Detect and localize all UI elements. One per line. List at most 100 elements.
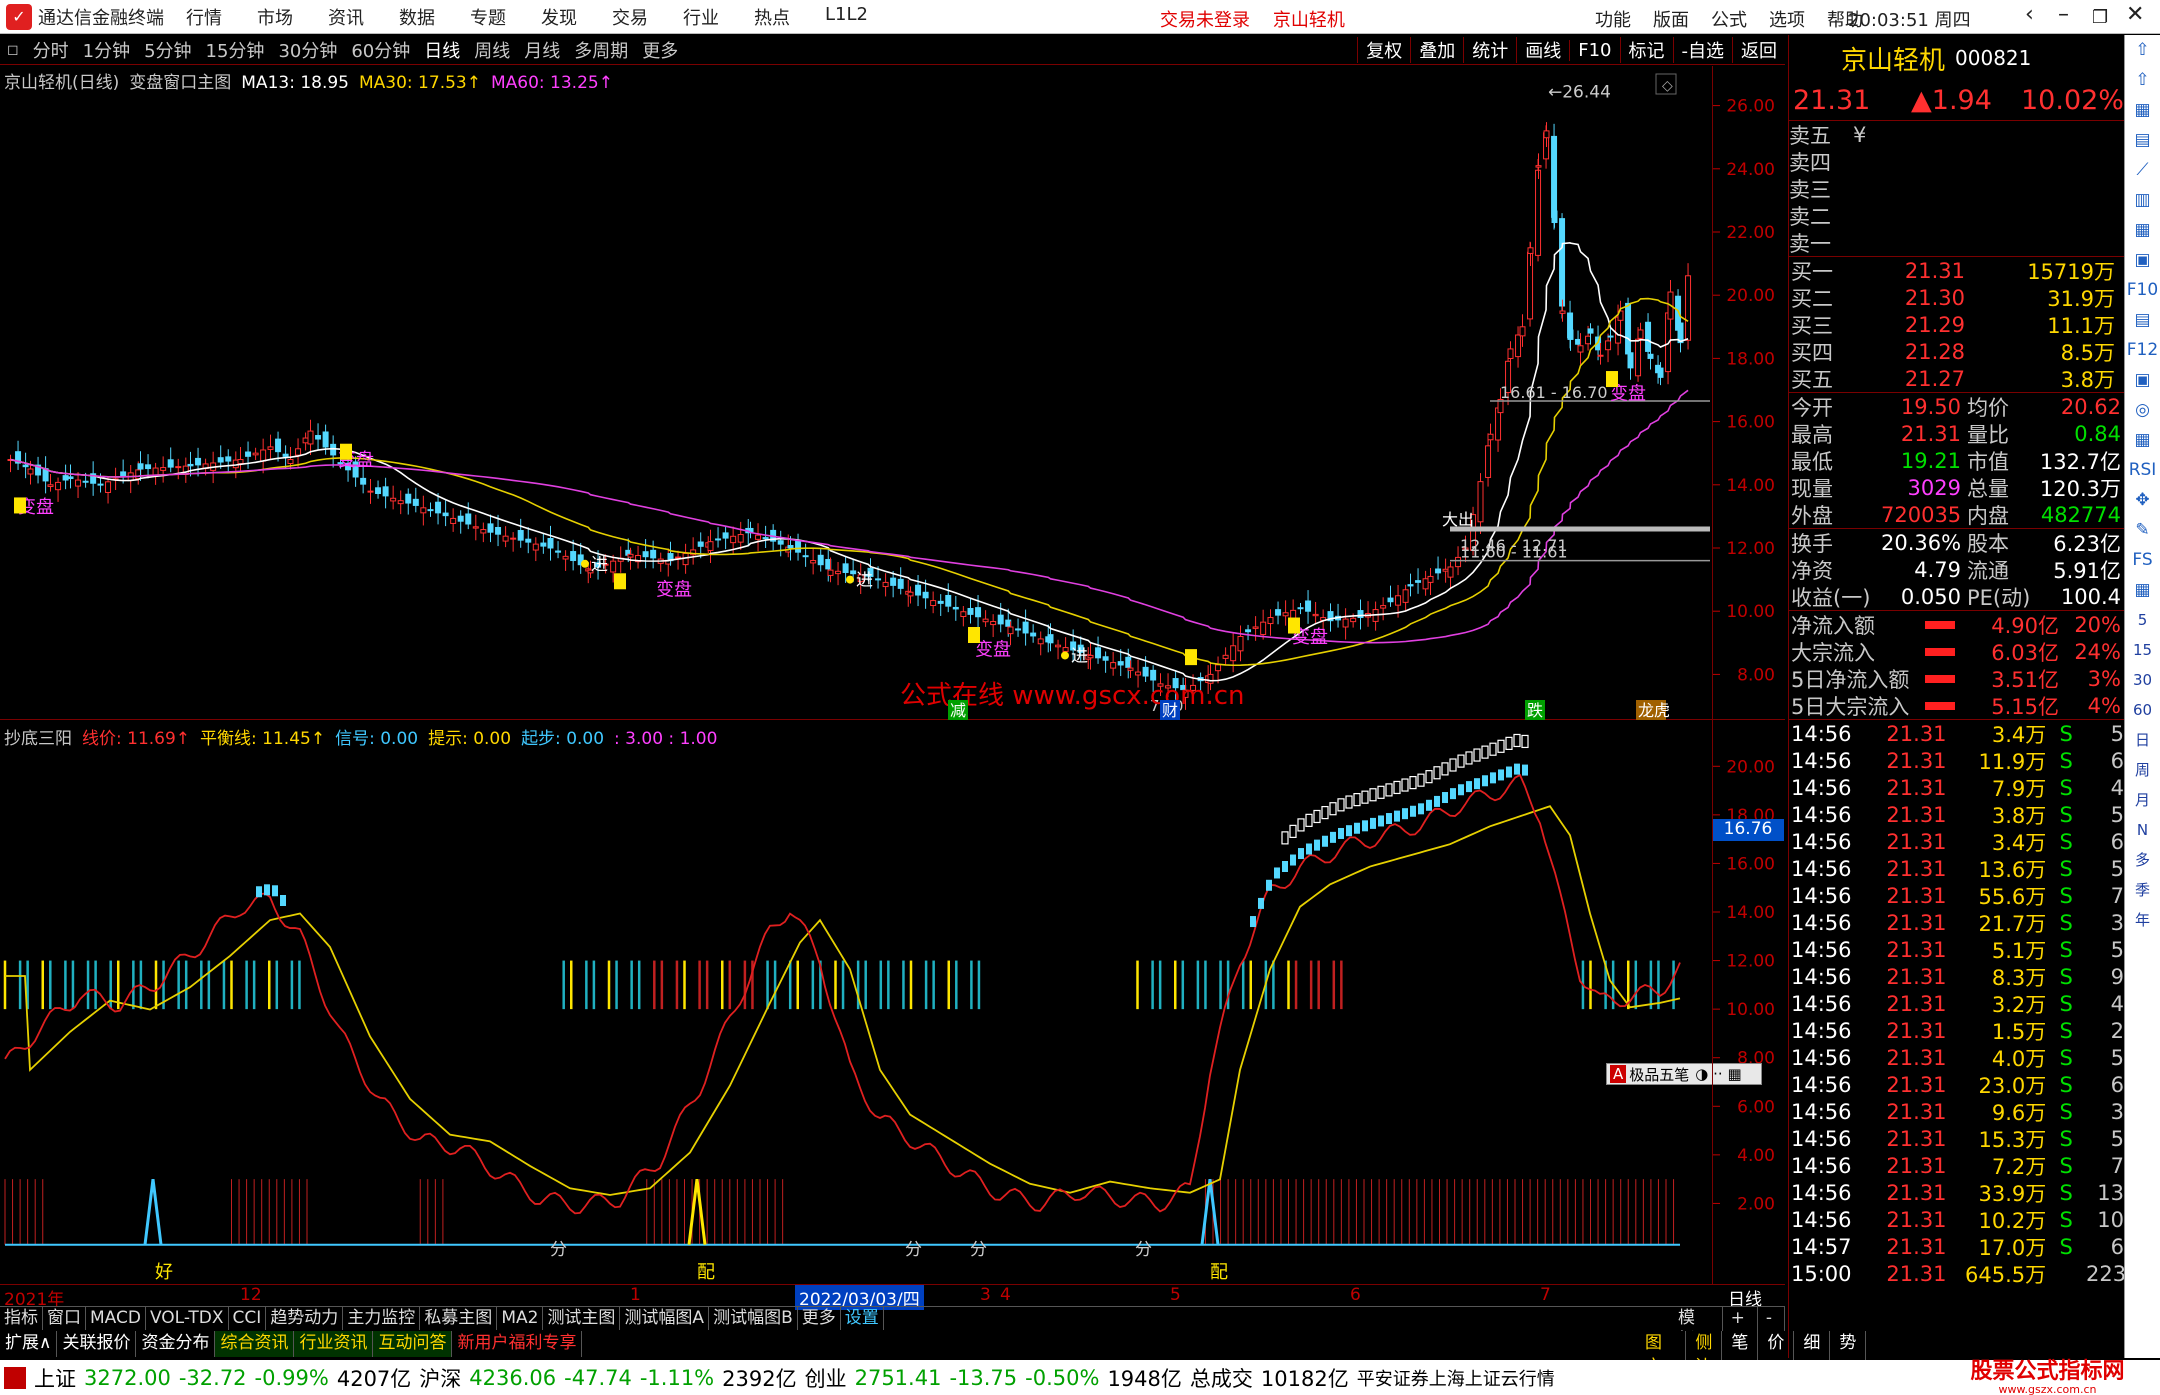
period-tab-7[interactable]: 周线: [467, 37, 517, 63]
candle-body: [1607, 335, 1614, 338]
side-tool-icon[interactable]: ⇧: [2125, 65, 2160, 95]
menu-item-7[interactable]: 行业: [683, 4, 719, 30]
side-tool-icon[interactable]: 月: [2125, 785, 2160, 815]
side-tool-icon[interactable]: 60: [2125, 695, 2160, 725]
right-menu-item-2[interactable]: 公式: [1711, 6, 1747, 32]
side-tool-icon[interactable]: ▣: [2125, 365, 2160, 395]
period-tab-1[interactable]: 1分钟: [76, 37, 137, 63]
diamond-icon[interactable]: ◇: [1662, 78, 1673, 94]
right-menu-item-1[interactable]: 版面: [1653, 6, 1689, 32]
side-tool-icon[interactable]: 季: [2125, 875, 2160, 905]
side-tool-icon[interactable]: F10: [2125, 275, 2160, 305]
right-menu-item-0[interactable]: 功能: [1595, 6, 1631, 32]
main-chart[interactable]: 京山轻机(日线) 变盘窗口主图 MA13: 18.95 MA30: 17.53↑ MA6…: [0, 66, 1785, 720]
indicator-tab-10[interactable]: 测试幅图A: [620, 1307, 710, 1330]
indicator-tab-12[interactable]: 更多: [798, 1307, 841, 1330]
info-tab-5[interactable]: 互动问答: [373, 1331, 453, 1357]
back-icon[interactable]: ‹: [2025, 2, 2034, 27]
period-tab-10[interactable]: 更多: [635, 37, 685, 63]
period-tab-8[interactable]: 月线: [517, 37, 567, 63]
tool-button-4[interactable]: F10: [1569, 39, 1619, 61]
menu-item-9[interactable]: L1L2: [825, 4, 868, 30]
side-tool-icon[interactable]: ⟋: [2125, 155, 2160, 185]
side-tool-icon[interactable]: 多: [2125, 845, 2160, 875]
indicator-tab-2[interactable]: MACD: [86, 1307, 146, 1330]
indicator-tab-1[interactable]: 窗口: [43, 1307, 86, 1330]
side-tool-icon[interactable]: ▤: [2125, 305, 2160, 335]
period-tab-3[interactable]: 15分钟: [199, 37, 272, 63]
tool-button-1[interactable]: 叠加: [1410, 37, 1463, 63]
side-tool-icon[interactable]: FS: [2125, 545, 2160, 575]
indicator-tab-8[interactable]: MA2: [497, 1307, 544, 1330]
candlestick-chart[interactable]: 26.00 24.00 22.00 20.00 18.00 16.00 14.00 12.00…: [0, 66, 1785, 720]
indicator-tab-0[interactable]: 指标: [0, 1307, 43, 1330]
side-tool-icon[interactable]: 年: [2125, 905, 2160, 935]
indicator-tab-6[interactable]: 主力监控: [343, 1307, 421, 1330]
period-tab-0[interactable]: 分时: [26, 37, 76, 63]
minimize-icon[interactable]: –: [2058, 2, 2069, 27]
period-tab-2[interactable]: 5分钟: [137, 37, 198, 63]
info-tab-4[interactable]: 行业资讯: [294, 1331, 374, 1357]
side-tool-icon[interactable]: ▦: [2125, 575, 2160, 605]
tick-list[interactable]: 14:56 21.31 3.4万 S 5 14:56 21.31 11.9万 S 6 14:56 21…: [1789, 720, 2126, 1287]
ime-toolbar[interactable]: A 极品五笔 ◑ ·· ▦: [1606, 1063, 1762, 1085]
side-tool-icon[interactable]: F12: [2125, 335, 2160, 365]
side-tool-icon[interactable]: ▥: [2125, 185, 2160, 215]
info-tab-0[interactable]: 扩展∧: [0, 1331, 58, 1357]
period-tab-6[interactable]: 日线: [417, 37, 467, 63]
indicator-tab-9[interactable]: 测试主图: [543, 1307, 621, 1330]
side-tool-icon[interactable]: 周: [2125, 755, 2160, 785]
menu-item-5[interactable]: 发现: [541, 4, 577, 30]
info-tab-1[interactable]: 关联报价: [57, 1331, 137, 1357]
tool-button-3[interactable]: 画线: [1516, 37, 1569, 63]
period-tab-4[interactable]: 30分钟: [271, 37, 344, 63]
tool-button-2[interactable]: 统计: [1463, 37, 1516, 63]
indicator-tab-7[interactable]: 私募主图: [420, 1307, 498, 1330]
indicator-tab-3[interactable]: VOL-TDX: [146, 1307, 229, 1330]
tool-button-5[interactable]: 标记: [1619, 37, 1673, 63]
y-tick-label: 10.00: [1726, 1000, 1775, 1020]
side-tool-icon[interactable]: N: [2125, 815, 2160, 845]
period-tab-5[interactable]: 60分钟: [344, 37, 417, 63]
menu-item-0[interactable]: 行情: [186, 4, 222, 30]
info-tab-3[interactable]: 综合资讯: [215, 1331, 295, 1357]
side-tool-icon[interactable]: 5: [2125, 605, 2160, 635]
tool-button-6[interactable]: -自选: [1672, 37, 1733, 63]
side-tool-icon[interactable]: 30: [2125, 665, 2160, 695]
side-tool-icon[interactable]: 日: [2125, 725, 2160, 755]
side-tool-icon[interactable]: ✎: [2125, 515, 2160, 545]
side-tool-icon[interactable]: 15: [2125, 635, 2160, 665]
toggle-icon[interactable]: ◻: [0, 42, 26, 58]
indicator-tab-5[interactable]: 趋势动力: [266, 1307, 344, 1330]
side-tool-icon[interactable]: ▤: [2125, 125, 2160, 155]
side-tool-icon[interactable]: RSI: [2125, 455, 2160, 485]
side-tool-icon[interactable]: ▦: [2125, 425, 2160, 455]
menu-item-3[interactable]: 数据: [399, 4, 435, 30]
indicator-tab-13[interactable]: 设置: [841, 1307, 884, 1330]
sub-chart[interactable]: 抄底三阳 线价: 11.69↑ 平衡线: 11.45↑ 信号: 0.00 提示: 0.0…: [0, 722, 1785, 1284]
tool-button-7[interactable]: 返回: [1732, 37, 1785, 63]
menu-item-1[interactable]: 市场: [257, 4, 293, 30]
menu-item-8[interactable]: 热点: [754, 4, 790, 30]
hollow-marker: [1417, 773, 1425, 787]
hollow-marker: [1473, 748, 1481, 762]
menu-item-6[interactable]: 交易: [612, 4, 648, 30]
info-tab-2[interactable]: 资金分布: [136, 1331, 216, 1357]
tool-button-0[interactable]: 复权: [1357, 37, 1410, 63]
period-tab-9[interactable]: 多周期: [567, 37, 635, 63]
close-icon[interactable]: ✕: [2126, 2, 2144, 27]
indicator-tab-11[interactable]: 测试幅图B: [709, 1307, 798, 1330]
menu-item-4[interactable]: 专题: [470, 4, 506, 30]
indicator-chart[interactable]: 20.0018.0016.0014.0012.0010.008.006.004.…: [0, 722, 1785, 1284]
indicator-tab-4[interactable]: CCI: [229, 1307, 267, 1330]
menu-item-2[interactable]: 资讯: [328, 4, 364, 30]
restore-icon[interactable]: ❐: [2092, 7, 2108, 28]
right-menu-item-3[interactable]: 选项: [1769, 6, 1805, 32]
side-tool-icon[interactable]: ⇧: [2125, 35, 2160, 65]
side-tool-icon[interactable]: ▦: [2125, 95, 2160, 125]
side-tool-icon[interactable]: ▦: [2125, 215, 2160, 245]
side-tool-icon[interactable]: ◎: [2125, 395, 2160, 425]
side-tool-icon[interactable]: ✥: [2125, 485, 2160, 515]
info-tab-6[interactable]: 新用户福利专享: [452, 1331, 583, 1357]
side-tool-icon[interactable]: ▣: [2125, 245, 2160, 275]
